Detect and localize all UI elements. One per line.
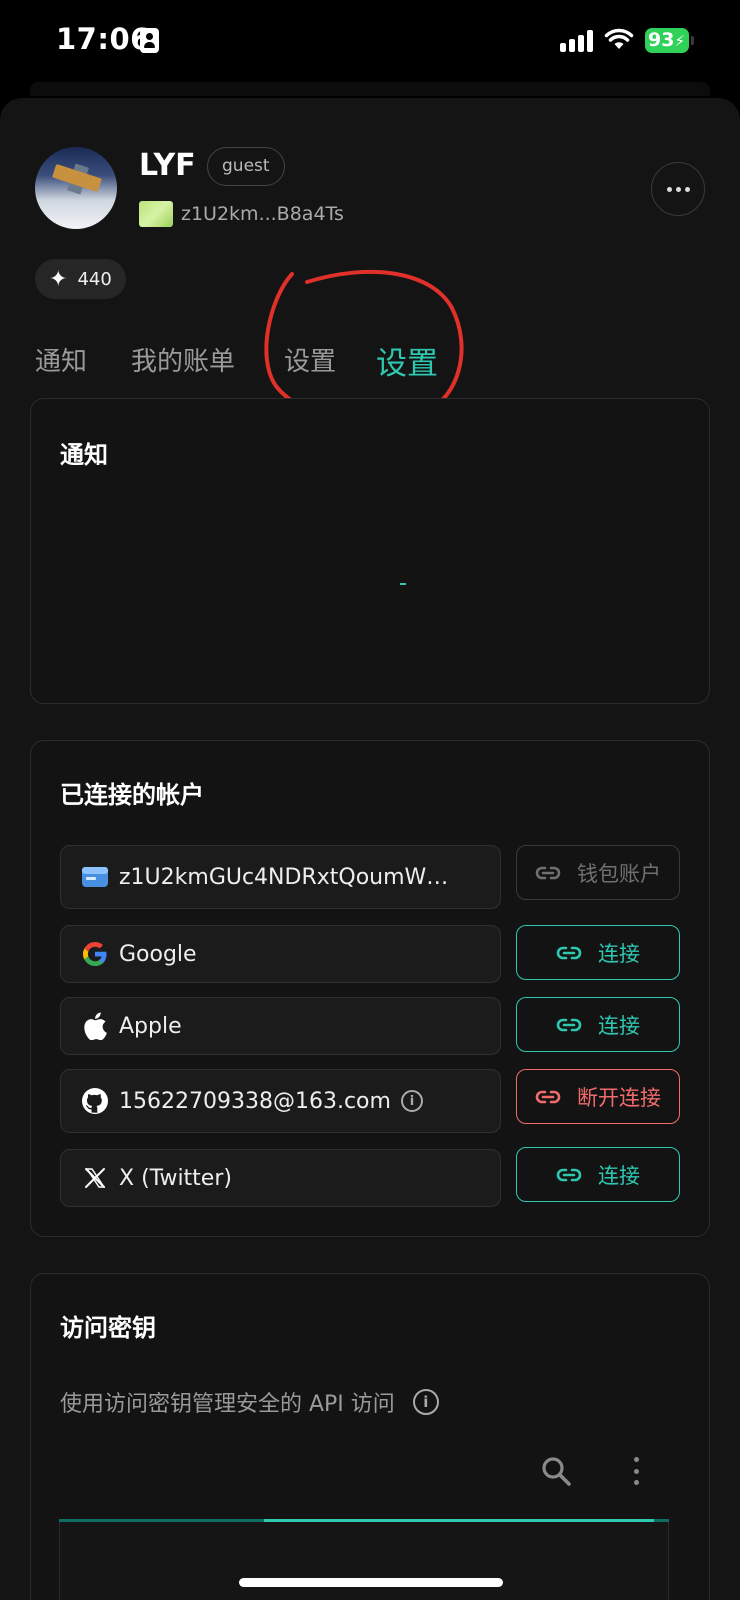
account-label: 15622709338@163.com bbox=[119, 1088, 391, 1114]
link-icon bbox=[556, 1017, 582, 1033]
cellular-signal-icon bbox=[560, 30, 596, 52]
link-icon bbox=[535, 865, 561, 881]
connected-accounts-title: 已连接的帐户 bbox=[60, 781, 204, 809]
action-label: 连接 bbox=[598, 1013, 640, 1038]
status-bar: 17:06 93⚡ bbox=[0, 0, 740, 90]
home-indicator bbox=[239, 1578, 503, 1587]
link-icon bbox=[556, 1167, 582, 1183]
avatar[interactable] bbox=[35, 147, 117, 229]
role-badge: guest bbox=[207, 147, 285, 186]
link-icon bbox=[556, 945, 582, 961]
wallet-icon bbox=[139, 201, 173, 227]
connect-google-button[interactable]: 连接 bbox=[516, 925, 680, 980]
account-row-x-twitter: X (Twitter) bbox=[60, 1149, 501, 1207]
account-row-google: Google bbox=[60, 925, 501, 983]
disconnect-github-button[interactable]: 断开连接 bbox=[516, 1069, 680, 1124]
more-options-button[interactable] bbox=[651, 162, 705, 216]
points-value: 440 bbox=[77, 268, 112, 290]
github-icon bbox=[81, 1087, 109, 1115]
action-label: 连接 bbox=[598, 941, 640, 966]
wifi-icon bbox=[604, 28, 634, 49]
wallet-account-button: 钱包账户 bbox=[516, 845, 680, 900]
wallet-icon bbox=[81, 863, 109, 891]
account-label: X (Twitter) bbox=[119, 1165, 232, 1191]
tab-notifications[interactable]: 通知 bbox=[35, 341, 87, 378]
contact-card-icon bbox=[140, 28, 159, 53]
x-twitter-icon bbox=[81, 1164, 109, 1192]
account-row-github: 15622709338@163.com i bbox=[60, 1069, 501, 1133]
wallet-address: z1U2km...B8a4Ts bbox=[181, 203, 344, 225]
info-icon[interactable]: i bbox=[400, 1090, 423, 1112]
action-label: 连接 bbox=[598, 1163, 640, 1188]
account-label: z1U2kmGUc4NDRxtQoumWB... bbox=[119, 864, 459, 890]
battery-indicator: 93⚡ bbox=[645, 28, 694, 53]
account-label: Apple bbox=[119, 1013, 182, 1039]
user-name: LYF bbox=[139, 148, 196, 183]
info-icon[interactable]: i bbox=[412, 1389, 439, 1415]
points-badge[interactable]: ✦ 440 bbox=[35, 259, 126, 299]
more-horizontal-icon bbox=[666, 186, 672, 192]
connected-accounts-card: 已连接的帐户 z1U2kmGUc4NDRxtQoumWB... 钱包账户 Goo… bbox=[30, 740, 710, 1237]
status-time: 17:06 bbox=[56, 22, 151, 56]
sparkle-icon: ✦ bbox=[49, 266, 68, 292]
connect-apple-button[interactable]: 连接 bbox=[516, 997, 680, 1052]
notifications-title: 通知 bbox=[60, 441, 108, 469]
wallet-address-row[interactable]: z1U2km...B8a4Ts bbox=[139, 200, 344, 228]
google-icon bbox=[81, 940, 109, 968]
search-icon[interactable] bbox=[539, 1454, 573, 1488]
access-keys-card: 访问密钥 使用访问密钥管理安全的 API 访问 i bbox=[30, 1273, 710, 1600]
empty-placeholder bbox=[400, 583, 406, 585]
access-keys-title: 访问密钥 bbox=[60, 1314, 156, 1342]
link-icon bbox=[535, 1089, 561, 1105]
account-row-wallet: z1U2kmGUc4NDRxtQoumWB... bbox=[60, 845, 501, 909]
account-label: Google bbox=[119, 941, 197, 967]
action-label: 断开连接 bbox=[577, 1085, 661, 1110]
access-keys-description-text: 使用访问密钥管理安全的 API 访问 bbox=[60, 1392, 395, 1417]
account-row-apple: Apple bbox=[60, 997, 501, 1055]
tab-my-bills[interactable]: 我的账单 bbox=[131, 341, 235, 378]
access-keys-table bbox=[59, 1522, 669, 1600]
notifications-card: 通知 bbox=[30, 398, 710, 704]
access-keys-description: 使用访问密钥管理安全的 API 访问 i bbox=[60, 1386, 439, 1418]
more-vertical-icon[interactable] bbox=[629, 1454, 643, 1488]
apple-icon bbox=[81, 1012, 109, 1040]
sheet-top-edge bbox=[30, 82, 710, 96]
action-label: 钱包账户 bbox=[577, 861, 661, 886]
connect-x-twitter-button[interactable]: 连接 bbox=[516, 1147, 680, 1202]
